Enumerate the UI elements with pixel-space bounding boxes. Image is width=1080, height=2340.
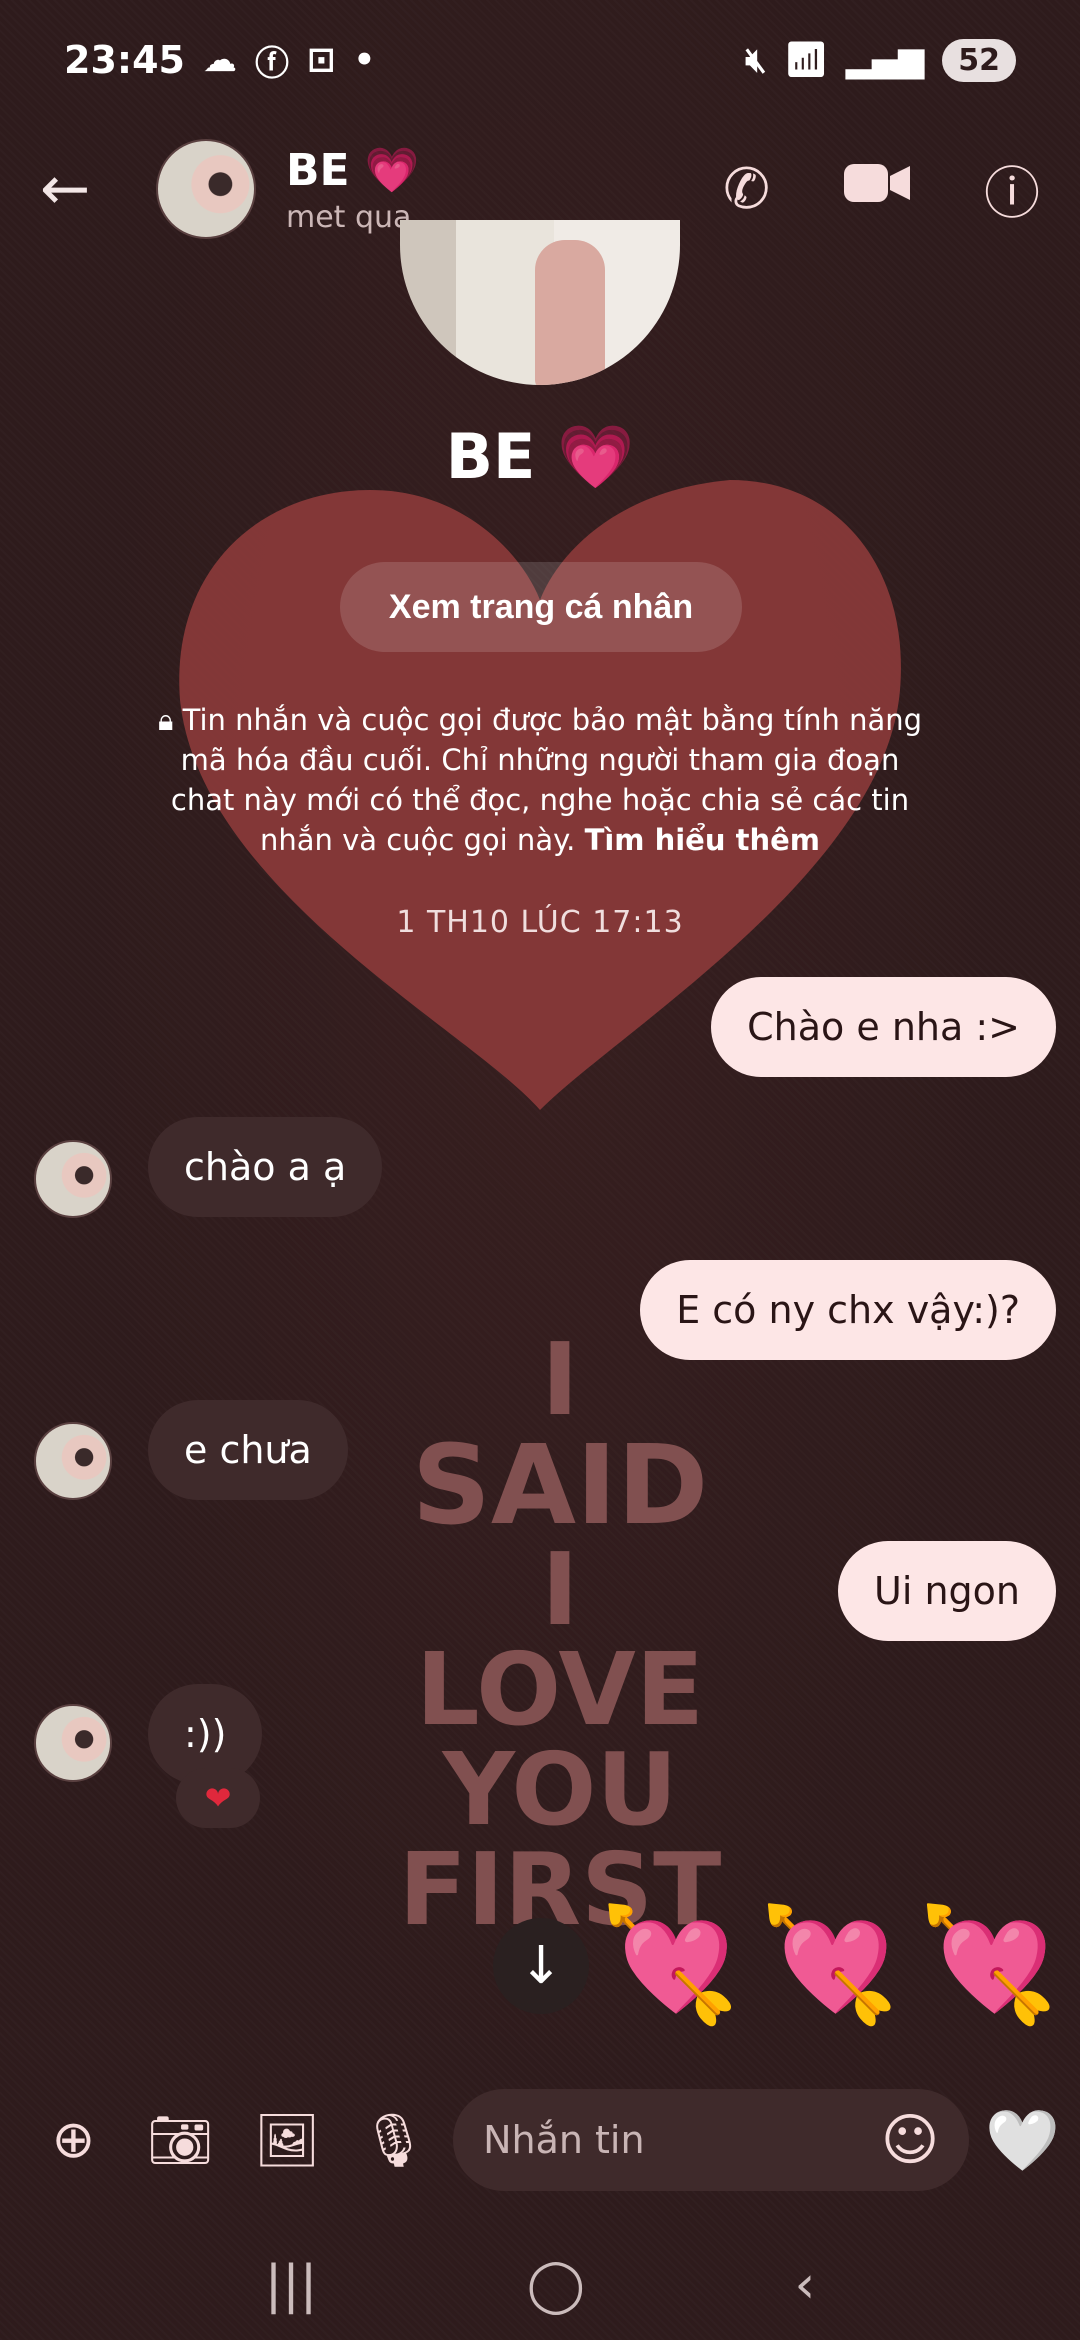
battery-indicator: 52 xyxy=(942,38,1016,82)
message-placeholder: Nhắn tin xyxy=(483,2118,645,2162)
contact-name-row: BE 💗 xyxy=(286,144,420,196)
sender-avatar[interactable] xyxy=(34,1704,112,1782)
wifi-icon: 📶︎ xyxy=(784,40,828,80)
screenshot-icon: ⊡ xyxy=(306,40,336,80)
message-incoming[interactable]: chào a ạ xyxy=(148,1117,383,1217)
art-line: YOU xyxy=(442,1731,678,1848)
learn-more-link[interactable]: Tìm hiểu thêm xyxy=(585,823,820,857)
facebook-icon: ⓕ xyxy=(254,43,289,84)
dot-icon: • xyxy=(353,40,376,80)
profile-name: BE 💗 xyxy=(0,420,1080,494)
info-icon[interactable]: ⓘ xyxy=(984,149,1040,230)
back-icon[interactable]: ‹ xyxy=(794,2255,815,2315)
scroll-down-button[interactable]: ↓ xyxy=(493,1918,589,2014)
lock-icon: 🔒︎ xyxy=(157,703,174,737)
art-line: LOVE xyxy=(415,1631,705,1748)
mute-icon: 🔇︎ xyxy=(745,40,767,80)
date-stamp: 1 TH10 LÚC 17:13 xyxy=(396,905,684,940)
heart-arrow-emoji: 💘 xyxy=(918,1900,1059,2030)
cloud-icon: ☁ xyxy=(202,40,237,80)
sender-avatar[interactable] xyxy=(34,1422,112,1500)
profile-photo[interactable] xyxy=(400,220,680,385)
contact-avatar[interactable] xyxy=(156,139,256,239)
microphone-icon[interactable]: 🎙︎ xyxy=(340,2110,447,2171)
profile-name-text: BE xyxy=(445,420,536,493)
message-outgoing[interactable]: Chào e nha :> xyxy=(711,977,1056,1077)
status-bar: 23:45 ☁ ⓕ ⊡ • 🔇︎ 📶︎ ▂▄▆ 52 xyxy=(0,0,1080,120)
heart-emoji: 💗 xyxy=(557,420,635,493)
gallery-icon[interactable]: 🖼︎ xyxy=(234,2110,341,2171)
heart-emoji: 💗 xyxy=(364,144,420,196)
arrow-hearts: 💘 💘 💘 xyxy=(600,1900,1058,2031)
camera-icon[interactable]: 📷︎ xyxy=(127,2110,234,2171)
message-outgoing[interactable]: Ui ngon xyxy=(838,1541,1056,1641)
background-art-text: I SAID I LOVE YOU FIRST xyxy=(380,1330,740,1940)
message-composer: ⊕ 📷︎ 🖼︎ 🎙︎ Nhắn tin ☺ 🤍 xyxy=(0,2085,1080,2195)
view-profile-button[interactable]: Xem trang cá nhân xyxy=(340,562,742,652)
phone-icon[interactable]: ✆ xyxy=(723,157,770,222)
recent-apps-icon[interactable]: ||| xyxy=(265,2255,318,2315)
art-line: I xyxy=(541,1531,579,1648)
contact-name: BE xyxy=(286,144,350,196)
heart-arrow-emoji: 💘 xyxy=(600,1900,740,2030)
home-icon[interactable]: ◯ xyxy=(527,2255,585,2315)
heart-reaction[interactable]: ❤ xyxy=(176,1768,260,1828)
signal-icon: ▂▄▆ xyxy=(845,40,925,80)
back-arrow-icon[interactable]: ← xyxy=(40,154,120,224)
like-heart-button[interactable]: 🤍 xyxy=(985,2105,1060,2176)
message-incoming[interactable]: e chưa xyxy=(148,1400,348,1500)
video-call-icon[interactable] xyxy=(842,157,912,222)
art-line: SAID xyxy=(411,1421,709,1549)
emoji-icon[interactable]: ☺ xyxy=(881,2108,939,2173)
clock: 23:45 xyxy=(64,38,185,82)
system-nav-bar: ||| ◯ ‹ xyxy=(0,2230,1080,2340)
encryption-notice: 🔒︎ Tin nhắn và cuộc gọi được bảo mật bằn… xyxy=(150,700,930,860)
message-input[interactable]: Nhắn tin ☺ xyxy=(453,2089,970,2191)
heart-arrow-emoji: 💘 xyxy=(759,1900,899,2030)
sender-avatar[interactable] xyxy=(34,1140,112,1218)
message-outgoing[interactable]: E có ny chx vậy:)? xyxy=(640,1260,1056,1360)
plus-icon[interactable]: ⊕ xyxy=(20,2110,127,2170)
